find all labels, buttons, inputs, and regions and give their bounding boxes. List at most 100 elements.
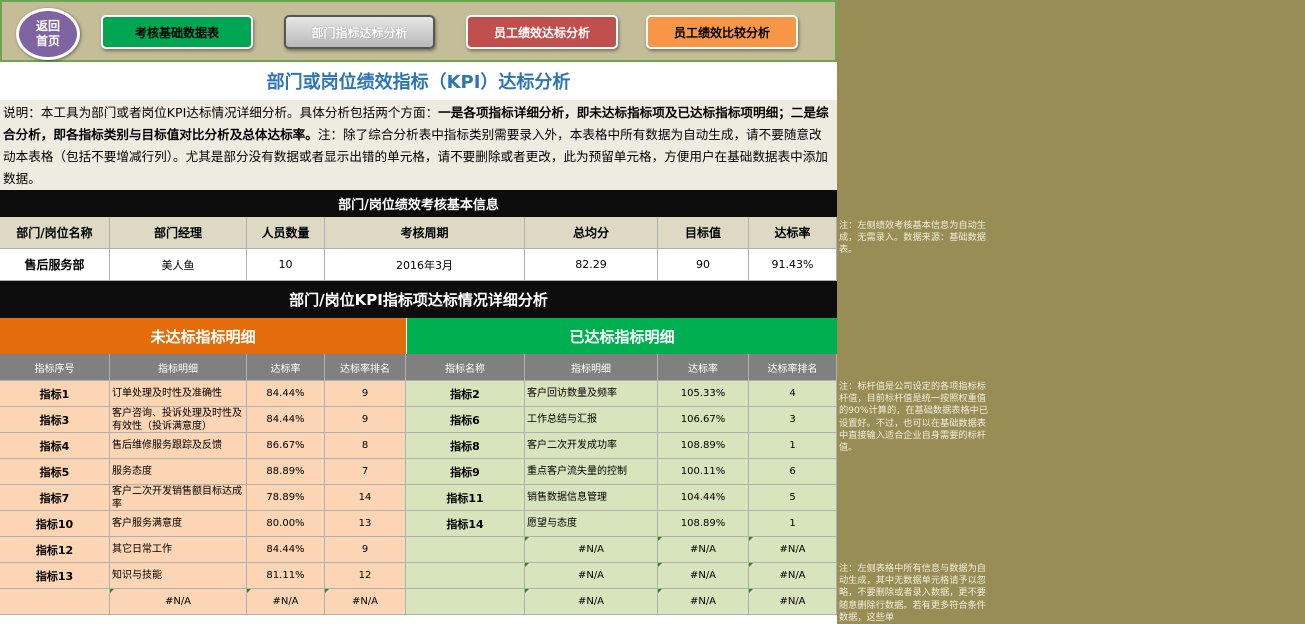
pass-indicator-detail-cell[interactable]: #N/A: [525, 537, 658, 563]
info-header-cell[interactable]: 总均分: [525, 217, 658, 249]
pass-indicator-id-cell[interactable]: 指标6: [406, 407, 525, 433]
fail-column-header[interactable]: 达标率: [247, 354, 325, 381]
info-value-cell[interactable]: 美人鱼: [110, 249, 247, 281]
info-value-cell[interactable]: 10: [247, 249, 325, 281]
pass-column-header[interactable]: 达标率: [658, 354, 749, 381]
employee-comparison-button[interactable]: 员工绩效比较分析: [646, 15, 798, 49]
pass-compliance-rate-cell[interactable]: 100.11%: [658, 459, 749, 485]
fail-compliance-rank-cell[interactable]: 9: [325, 537, 406, 563]
fail-compliance-rate-cell[interactable]: 84.44%: [247, 381, 325, 407]
info-value-cell[interactable]: 2016年3月: [325, 249, 525, 281]
fail-indicator-detail-cell[interactable]: 知识与技能: [110, 563, 247, 589]
pass-indicator-detail-cell[interactable]: 销售数据信息管理: [525, 485, 658, 511]
pass-compliance-rank-cell[interactable]: 1: [749, 511, 837, 537]
pass-indicator-id-cell[interactable]: 指标14: [406, 511, 525, 537]
fail-indicator-detail-cell[interactable]: 客户服务满意度: [110, 511, 247, 537]
fail-indicator-detail-cell[interactable]: 其它日常工作: [110, 537, 247, 563]
pass-indicator-id-cell[interactable]: 指标9: [406, 459, 525, 485]
fail-compliance-rank-cell[interactable]: 14: [325, 485, 406, 511]
home-button[interactable]: 返回 首页: [16, 8, 80, 60]
info-value-cell[interactable]: 90: [658, 249, 749, 281]
pass-compliance-rank-cell[interactable]: #N/A: [749, 589, 837, 615]
info-value-cell[interactable]: 82.29: [525, 249, 658, 281]
fail-indicator-id-cell[interactable]: [0, 589, 110, 615]
info-header-cell[interactable]: 目标值: [658, 217, 749, 249]
pass-compliance-rate-cell[interactable]: 105.33%: [658, 381, 749, 407]
pass-indicator-id-cell[interactable]: 指标8: [406, 433, 525, 459]
pass-compliance-rate-cell[interactable]: #N/A: [658, 537, 749, 563]
fail-indicator-id-cell[interactable]: 指标12: [0, 537, 110, 563]
fail-compliance-rank-cell[interactable]: 9: [325, 407, 406, 433]
employee-analysis-button[interactable]: 员工绩效达标分析: [466, 15, 618, 49]
pass-indicator-detail-cell[interactable]: 工作总结与汇报: [525, 407, 658, 433]
pass-compliance-rank-cell[interactable]: #N/A: [749, 537, 837, 563]
pass-compliance-rank-cell[interactable]: 5: [749, 485, 837, 511]
pass-indicator-detail-cell[interactable]: 客户二次开发成功率: [525, 433, 658, 459]
pass-compliance-rank-cell[interactable]: #N/A: [749, 563, 837, 589]
fail-column-header[interactable]: 指标序号: [0, 354, 110, 381]
info-value-cell[interactable]: 91.43%: [749, 249, 837, 281]
fail-indicator-detail-cell[interactable]: 订单处理及时性及准确性: [110, 381, 247, 407]
fail-compliance-rank-cell[interactable]: 13: [325, 511, 406, 537]
fail-indicator-id-cell[interactable]: 指标7: [0, 485, 110, 511]
fail-compliance-rate-cell[interactable]: 81.11%: [247, 563, 325, 589]
fail-compliance-rate-cell[interactable]: #N/A: [247, 589, 325, 615]
fail-indicator-detail-cell[interactable]: 客户咨询、投诉处理及时性及有效性（投诉满意度）: [110, 407, 247, 433]
pass-indicator-id-cell[interactable]: [406, 563, 525, 589]
fail-indicator-id-cell[interactable]: 指标5: [0, 459, 110, 485]
fail-indicator-id-cell[interactable]: 指标10: [0, 511, 110, 537]
fail-indicator-detail-cell[interactable]: #N/A: [110, 589, 247, 615]
info-header-cell[interactable]: 人员数量: [247, 217, 325, 249]
info-header-cell[interactable]: 考核周期: [325, 217, 525, 249]
info-header-cell[interactable]: 部门/岗位名称: [0, 217, 110, 249]
info-header-cell[interactable]: 部门经理: [110, 217, 247, 249]
basic-data-button[interactable]: 考核基础数据表: [101, 15, 253, 49]
fail-compliance-rank-cell[interactable]: 8: [325, 433, 406, 459]
fail-compliance-rank-cell[interactable]: 9: [325, 381, 406, 407]
pass-indicator-id-cell[interactable]: [406, 537, 525, 563]
fail-compliance-rate-cell[interactable]: 84.44%: [247, 537, 325, 563]
pass-indicator-detail-cell[interactable]: 愿望与态度: [525, 511, 658, 537]
info-value-cell[interactable]: 售后服务部: [0, 249, 110, 281]
fail-compliance-rate-cell[interactable]: 80.00%: [247, 511, 325, 537]
pass-indicator-id-cell[interactable]: [406, 589, 525, 615]
pass-indicator-id-cell[interactable]: 指标2: [406, 381, 525, 407]
fail-compliance-rate-cell[interactable]: 86.67%: [247, 433, 325, 459]
fail-compliance-rank-cell[interactable]: 7: [325, 459, 406, 485]
fail-compliance-rank-cell[interactable]: #N/A: [325, 589, 406, 615]
fail-compliance-rate-cell[interactable]: 84.44%: [247, 407, 325, 433]
pass-compliance-rate-cell[interactable]: #N/A: [658, 589, 749, 615]
department-analysis-button[interactable]: 部门指标达标分析: [284, 15, 435, 49]
pass-compliance-rate-cell[interactable]: #N/A: [658, 563, 749, 589]
fail-indicator-detail-cell[interactable]: 服务态度: [110, 459, 247, 485]
pass-compliance-rate-cell[interactable]: 104.44%: [658, 485, 749, 511]
pass-compliance-rank-cell[interactable]: 1: [749, 433, 837, 459]
pass-indicator-detail-cell[interactable]: #N/A: [525, 563, 658, 589]
fail-compliance-rate-cell[interactable]: 88.89%: [247, 459, 325, 485]
pass-indicator-id-cell[interactable]: 指标11: [406, 485, 525, 511]
fail-column-header[interactable]: 指标明细: [110, 354, 247, 381]
fail-indicator-id-cell[interactable]: 指标13: [0, 563, 110, 589]
pass-compliance-rate-cell[interactable]: 108.89%: [658, 511, 749, 537]
fail-indicator-id-cell[interactable]: 指标1: [0, 381, 110, 407]
pass-column-header[interactable]: 指标明细: [525, 354, 658, 381]
pass-compliance-rate-cell[interactable]: 108.89%: [658, 433, 749, 459]
pass-indicator-detail-cell[interactable]: 重点客户流失量的控制: [525, 459, 658, 485]
pass-compliance-rank-cell[interactable]: 6: [749, 459, 837, 485]
fail-column-header[interactable]: 达标率排名: [325, 354, 406, 381]
pass-compliance-rank-cell[interactable]: 3: [749, 407, 837, 433]
fail-compliance-rate-cell[interactable]: 78.89%: [247, 485, 325, 511]
fail-indicator-id-cell[interactable]: 指标4: [0, 433, 110, 459]
pass-compliance-rate-cell[interactable]: 106.67%: [658, 407, 749, 433]
pass-indicator-detail-cell[interactable]: 客户回访数量及频率: [525, 381, 658, 407]
pass-column-header[interactable]: 达标率排名: [749, 354, 837, 381]
pass-column-header[interactable]: 指标名称: [406, 354, 525, 381]
pass-compliance-rank-cell[interactable]: 4: [749, 381, 837, 407]
fail-indicator-detail-cell[interactable]: 售后维修服务跟踪及反馈: [110, 433, 247, 459]
pass-indicator-detail-cell[interactable]: #N/A: [525, 589, 658, 615]
fail-compliance-rank-cell[interactable]: 12: [325, 563, 406, 589]
fail-indicator-detail-cell[interactable]: 客户二次开发销售额目标达成率: [110, 485, 247, 511]
fail-indicator-id-cell[interactable]: 指标3: [0, 407, 110, 433]
info-header-cell[interactable]: 达标率: [749, 217, 837, 249]
cell-text: #N/A: [577, 570, 605, 581]
